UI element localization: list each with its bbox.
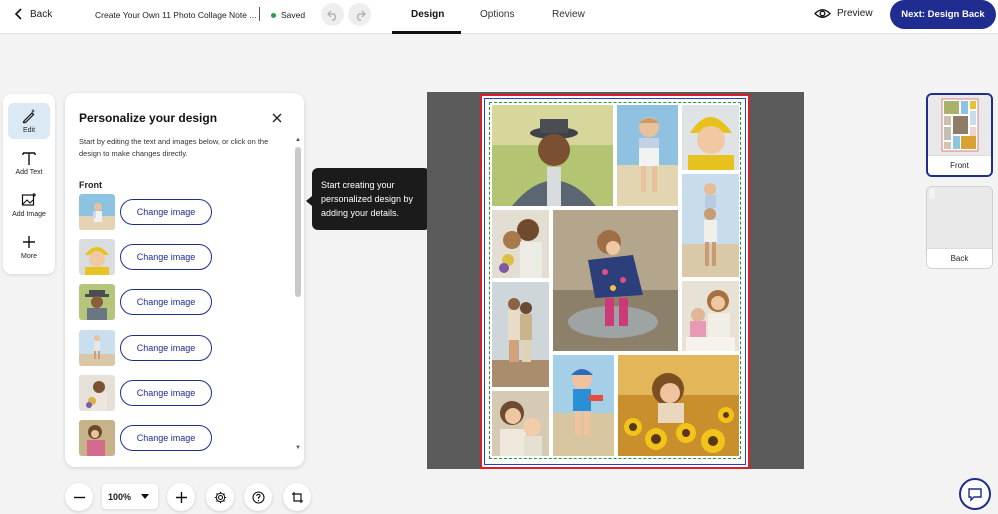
eye-icon (814, 9, 831, 18)
tool-more-label: More (21, 253, 37, 260)
change-image-button[interactable]: Change image (120, 425, 212, 451)
page-thumbnail-front[interactable]: Front (926, 93, 993, 177)
back-label: Back (30, 8, 53, 20)
caret-down-icon (141, 494, 150, 499)
tab-review[interactable]: Review (552, 9, 585, 20)
image-thumbnail[interactable] (79, 239, 115, 275)
next-design-back-button[interactable]: Next: Design Back (890, 0, 996, 29)
image-row: Change image (79, 375, 279, 411)
question-circle-icon (251, 490, 265, 504)
page-thumbnail-image (927, 187, 992, 249)
tool-edit[interactable]: Edit (8, 103, 50, 139)
document-title[interactable]: Create Your Own 11 Photo Collage Note ..… (95, 10, 256, 20)
page-thumbnail-label: Front (928, 155, 991, 175)
image-row: Change image (79, 194, 279, 230)
zoom-out-button[interactable] (65, 483, 93, 511)
page-thumbnail-image (928, 95, 991, 157)
redo-button[interactable] (348, 3, 371, 26)
zoom-in-button[interactable] (167, 483, 195, 511)
save-status: Saved (271, 10, 305, 20)
undo-icon (326, 10, 336, 21)
tab-options[interactable]: Options (480, 9, 514, 20)
scroll-down-icon[interactable]: ▼ (295, 445, 301, 451)
personalize-panel: Personalize your design Start by editing… (65, 93, 304, 467)
zoom-select[interactable]: 100% (102, 484, 158, 509)
change-image-button[interactable]: Change image (120, 289, 212, 315)
change-image-button[interactable]: Change image (120, 335, 212, 361)
page-thumbnail-back[interactable]: Back (926, 186, 993, 269)
section-label-front: Front (79, 180, 102, 190)
image-thumbnail[interactable] (79, 194, 115, 230)
image-add-icon (21, 193, 36, 206)
tab-design[interactable]: Design (411, 9, 444, 20)
tool-add-image-label: Add Image (12, 211, 46, 218)
undo-button[interactable] (321, 3, 344, 26)
image-thumbnail[interactable] (79, 284, 115, 320)
help-button[interactable] (244, 483, 272, 511)
tool-more[interactable]: More (8, 229, 50, 265)
panel-description: Start by editing the text and images bel… (79, 137, 269, 158)
crop-fit-button[interactable] (283, 483, 311, 511)
tool-add-image[interactable]: Add Image (8, 187, 50, 223)
pen-sparkle-icon (22, 109, 35, 124)
saved-dot-icon (271, 12, 276, 18)
image-row: Change image (79, 330, 279, 366)
page-thumbnail-label: Back (927, 248, 992, 268)
active-tab-indicator (392, 31, 461, 34)
redo-icon (356, 10, 366, 21)
panel-scrollbar[interactable] (295, 147, 301, 297)
image-row: Change image (79, 420, 279, 456)
tool-rail: Edit Add Text Add Image More (3, 94, 55, 274)
preview-label: Preview (837, 8, 873, 19)
text-t-icon (22, 152, 36, 165)
saved-label: Saved (281, 10, 306, 20)
image-thumbnail[interactable] (79, 330, 115, 366)
tool-add-text-label: Add Text (15, 169, 43, 176)
tool-add-text[interactable]: Add Text (8, 145, 50, 181)
preview-button[interactable]: Preview (814, 8, 873, 19)
back-button[interactable]: Back (14, 8, 52, 20)
image-row: Change image (79, 284, 279, 320)
crop-icon (291, 491, 303, 503)
minus-icon (73, 496, 85, 498)
top-bar: Back Create Your Own 11 Photo Collage No… (0, 0, 998, 34)
scroll-up-icon[interactable]: ▲ (295, 137, 301, 143)
chat-bubble-icon (968, 487, 982, 502)
tool-edit-label: Edit (22, 127, 36, 134)
gear-icon (214, 491, 226, 503)
image-thumbnail[interactable] (79, 420, 115, 456)
chat-button[interactable] (959, 478, 991, 510)
plus-icon (23, 236, 35, 248)
close-icon[interactable] (270, 111, 284, 125)
zoom-value: 100% (108, 491, 132, 502)
divider (259, 7, 260, 21)
safe-area-line (489, 102, 741, 459)
panel-title: Personalize your design (79, 111, 218, 125)
change-image-button[interactable]: Change image (120, 380, 212, 406)
onboarding-tooltip: Start creating your personalized design … (312, 168, 430, 230)
settings-button[interactable] (206, 483, 234, 511)
change-image-button[interactable]: Change image (120, 199, 212, 225)
plus-icon (175, 491, 187, 503)
chevron-left-icon (14, 8, 22, 20)
change-image-button[interactable]: Change image (120, 244, 212, 270)
image-thumbnail[interactable] (79, 375, 115, 411)
image-row: Change image (79, 239, 279, 275)
